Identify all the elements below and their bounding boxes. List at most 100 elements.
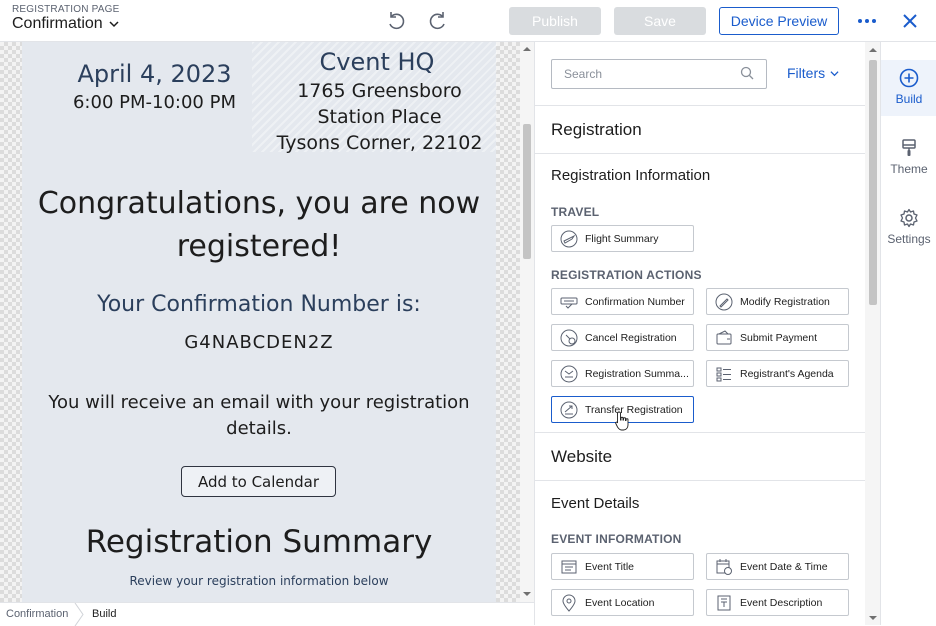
filters-dropdown[interactable]: Filters <box>787 65 839 81</box>
divider <box>535 480 865 481</box>
congrats-line: registered! <box>176 229 342 264</box>
widget-tile-registrants-agenda[interactable]: Registrant's Agenda <box>706 360 849 387</box>
confirmation-number: G4NABCDEN2Z <box>184 332 334 353</box>
venue-address: 1765 Greensboro Station Place Tysons Cor… <box>262 78 497 156</box>
widget-tile-event-date-time[interactable]: Event Date & Time <box>706 553 849 580</box>
breadcrumb-item-build[interactable]: Build <box>92 608 116 620</box>
widget-tile-flight-summary[interactable]: Flight Summary <box>551 225 694 252</box>
redo-icon[interactable] <box>428 11 448 31</box>
widget-tile-modify-registration[interactable]: Modify Registration <box>706 288 849 315</box>
gear-icon <box>900 208 918 228</box>
canvas-scrollbar-thumb[interactable] <box>523 124 531 259</box>
widget-tile-label: Event Date & Time <box>740 560 828 573</box>
rail-item-build[interactable]: Build <box>881 60 936 116</box>
scroll-up-arrow-icon[interactable] <box>869 46 877 54</box>
registration-summary-title: Registration Summary <box>85 524 433 560</box>
scroll-up-arrow-icon[interactable] <box>523 45 531 53</box>
side-rail: Build Theme Settings <box>880 42 936 625</box>
page-type-label: REGISTRATION PAGE <box>12 4 120 15</box>
email-message: You will receive an email with your regi… <box>42 390 476 442</box>
breadcrumb-item-confirmation[interactable]: Confirmation <box>6 608 68 620</box>
registration-summary-icon <box>560 365 578 382</box>
rail-item-label: Settings <box>887 232 931 246</box>
breadcrumb: Confirmation Build <box>0 602 534 626</box>
widget-tile-confirmation-number[interactable]: Confirmation Number <box>551 288 694 315</box>
subsection-title-registration-information: Registration Information <box>551 167 711 184</box>
widget-tile-label: Event Description <box>740 596 823 609</box>
section-title-website: Website <box>551 447 613 466</box>
widget-tile-label: Event Title <box>585 560 635 573</box>
canvas-scrollbar[interactable] <box>520 42 534 602</box>
widget-tile-label: Flight Summary <box>585 232 659 245</box>
rail-item-theme[interactable]: Theme <box>881 130 936 186</box>
widget-tile-label: Modify Registration <box>740 295 830 308</box>
widget-tile-label: Registration Summa... <box>585 367 689 380</box>
scroll-down-arrow-icon[interactable] <box>523 590 531 598</box>
cancel-registration-icon <box>560 329 578 346</box>
widget-tile-event-location[interactable]: Event Location <box>551 589 694 616</box>
divider <box>535 153 865 154</box>
calendar-clock-icon <box>716 558 732 575</box>
flight-icon <box>560 230 578 247</box>
widget-tile-label: Registrant's Agenda <box>740 367 834 380</box>
event-time: 6:00 PM-10:00 PM <box>72 92 236 113</box>
page-selector-dropdown[interactable]: Confirmation <box>12 15 119 33</box>
category-label-travel: TRAVEL <box>551 205 600 219</box>
category-label-event-information: EVENT INFORMATION <box>551 532 682 546</box>
save-button[interactable]: Save <box>614 7 706 35</box>
venue-address-line: 1765 Greensboro <box>297 80 462 102</box>
close-icon[interactable] <box>901 12 919 30</box>
device-preview-button[interactable]: Device Preview <box>719 7 839 35</box>
widget-tile-submit-payment[interactable]: Submit Payment <box>706 324 849 351</box>
widget-tile-registration-summary[interactable]: Registration Summa... <box>551 360 694 387</box>
widget-search-input[interactable]: Search <box>551 59 767 89</box>
breadcrumb-separator-icon <box>74 603 84 626</box>
congrats-line: Congratulations, you are now <box>37 186 481 221</box>
confirmation-number-icon <box>560 297 578 309</box>
undo-icon[interactable] <box>386 11 406 31</box>
venue-address-line: Tysons Corner, 22102 <box>276 132 483 154</box>
page-name: Confirmation <box>12 15 103 32</box>
search-icon <box>740 66 754 80</box>
location-pin-icon <box>562 594 576 612</box>
event-date: April 4, 2023 <box>77 60 232 88</box>
category-label-registration-actions: REGISTRATION ACTIONS <box>551 268 702 282</box>
panel-scrollbar[interactable] <box>865 42 880 625</box>
widget-tile-event-description[interactable]: Event Description <box>706 589 849 616</box>
publish-button[interactable]: Publish <box>509 7 601 35</box>
widget-tile-label: Transfer Registration <box>585 403 683 416</box>
payment-icon <box>716 329 732 344</box>
chevron-down-icon <box>830 70 839 76</box>
section-title-registration: Registration <box>551 120 642 139</box>
scroll-down-arrow-icon[interactable] <box>869 614 877 622</box>
venue-name: Cvent HQ <box>319 48 435 76</box>
rail-item-label: Build <box>895 92 923 106</box>
confirmation-page-preview: April 4, 2023 6:00 PM-10:00 PM Cvent HQ … <box>22 42 497 602</box>
plus-circle-icon <box>899 68 919 88</box>
filters-label: Filters <box>787 65 826 81</box>
widget-tile-event-title[interactable]: Event Title <box>551 553 694 580</box>
divider <box>535 432 865 433</box>
chevron-down-icon <box>109 21 119 28</box>
more-options-icon[interactable] <box>857 13 877 29</box>
agenda-icon <box>716 367 731 381</box>
venue-address-line: Station Place <box>317 106 442 128</box>
top-bar: REGISTRATION PAGE Confirmation Publish S… <box>0 0 936 42</box>
widget-tile-label: Submit Payment <box>740 331 818 344</box>
widget-tile-cancel-registration[interactable]: Cancel Registration <box>551 324 694 351</box>
confirmation-number-label: Your Confirmation Number is: <box>97 292 421 317</box>
page-canvas: April 4, 2023 6:00 PM-10:00 PM Cvent HQ … <box>0 42 534 602</box>
divider <box>535 105 865 106</box>
rail-item-settings[interactable]: Settings <box>881 200 936 256</box>
widget-panel: Search Filters Registration Registration… <box>534 42 880 625</box>
transfer-registration-icon <box>560 401 578 418</box>
brush-icon <box>902 139 916 156</box>
panel-scrollbar-thumb[interactable] <box>869 60 877 305</box>
congratulations-heading: Congratulations, you are now registered! <box>32 182 486 268</box>
subsection-title-event-details: Event Details <box>551 495 640 512</box>
registration-summary-subtitle: Review your registration information bel… <box>129 574 389 588</box>
email-line: details. <box>226 418 292 439</box>
email-line: You will receive an email with your regi… <box>48 392 470 413</box>
add-to-calendar-button[interactable]: Add to Calendar <box>181 466 336 497</box>
hand-pointer-icon <box>615 411 629 431</box>
